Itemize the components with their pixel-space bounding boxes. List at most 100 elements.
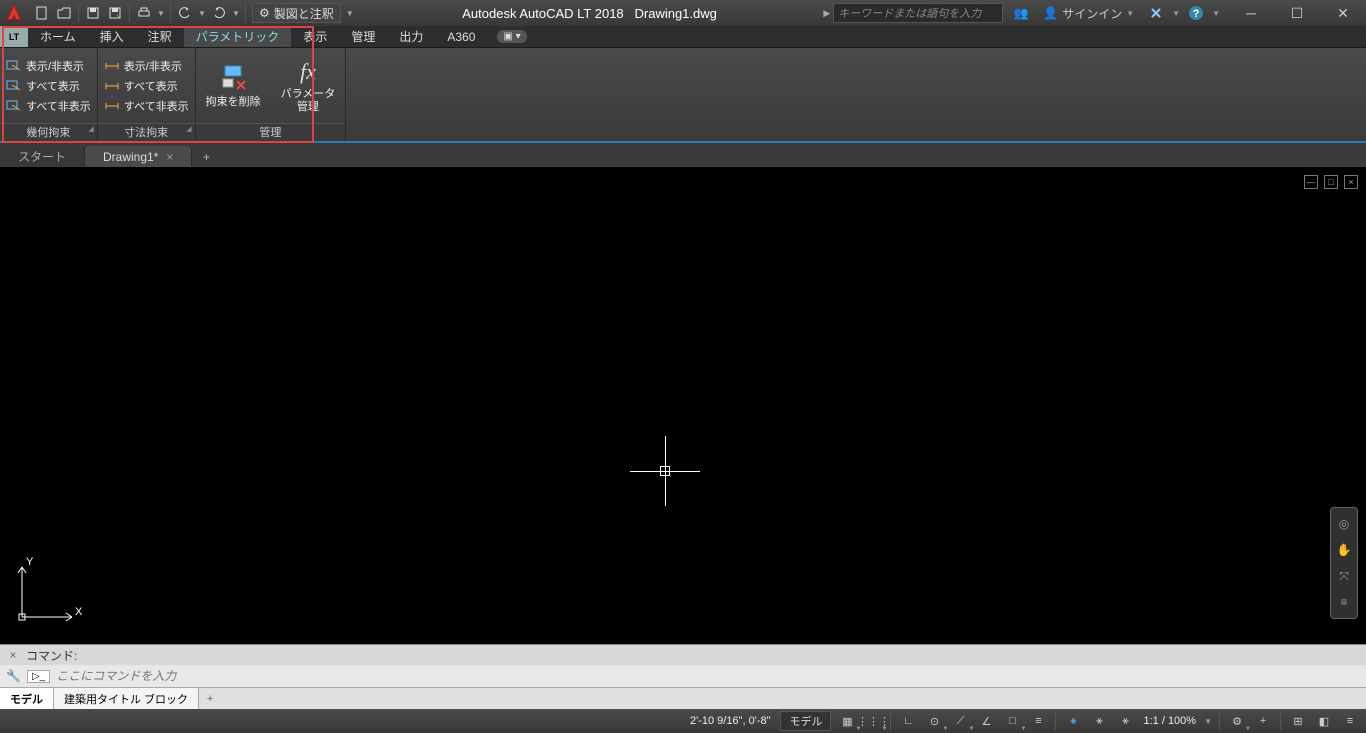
annotation-monitor-icon[interactable]: + (1251, 711, 1275, 731)
coordinates-display[interactable]: 2'-10 9/16", 0'-8" (680, 715, 781, 727)
annotation-scale-icon[interactable]: ⚹ (1061, 711, 1085, 731)
tab-view[interactable]: 表示 (291, 26, 339, 47)
panel-dimensional-constraint: 表示/非表示 すべて表示 すべて非表示 寸法拘束◢ (98, 48, 196, 141)
minimize-button[interactable]: ─ (1228, 0, 1274, 26)
document-tabs: スタート Drawing1*× + (0, 143, 1366, 167)
drawing-canvas[interactable]: — □ × X Y ◎ ✋ ⤧ ≡ (0, 167, 1366, 644)
panel-title-manage[interactable]: 管理 (196, 123, 346, 141)
dimconstraint-show-icon (104, 58, 120, 74)
close-button[interactable]: ✕ (1320, 0, 1366, 26)
saveas-icon[interactable] (105, 3, 125, 23)
user-icon: 👤 (1043, 6, 1058, 20)
command-close-icon[interactable]: × (6, 648, 20, 662)
geom-show-all-button[interactable]: すべて表示 (6, 78, 91, 94)
lineweight-icon[interactable]: ≡ (1026, 711, 1050, 731)
panel-geometric-constraint: 表示/非表示 すべて表示 すべて非表示 幾何拘束◢ (0, 48, 98, 141)
new-icon[interactable] (32, 3, 52, 23)
scale-display[interactable]: 1:1 / 100% (1139, 715, 1200, 727)
print-dropdown-icon[interactable]: ▼ (156, 9, 166, 18)
open-icon[interactable] (54, 3, 74, 23)
tab-manage[interactable]: 管理 (339, 26, 387, 47)
tab-output[interactable]: 出力 (387, 26, 435, 47)
search-box[interactable]: キーワードまたは語句を入力 (833, 3, 1003, 23)
viewport-maximize-icon[interactable]: □ (1324, 175, 1338, 189)
annotation-autoscale-icon[interactable]: ⚹ (1113, 711, 1137, 731)
doctab-drawing1[interactable]: Drawing1*× (85, 146, 192, 167)
constraint-show-icon (6, 58, 22, 74)
exchange-icon[interactable] (1146, 3, 1166, 23)
parameter-manager-button[interactable]: fx パラメータ 管理 (271, 48, 346, 123)
dim-show-hide-button[interactable]: 表示/非表示 (104, 58, 189, 74)
viewport-close-icon[interactable]: × (1344, 175, 1358, 189)
tab-annotate[interactable]: 注釈 (136, 26, 184, 47)
status-bar: 2'-10 9/16", 0'-8" モデル ▦▼ ⋮⋮⋮▼ ∟ ⊙▼ ⟋▼ ∠… (0, 709, 1366, 733)
workspace-dropdown-icon[interactable]: ▼ (341, 9, 359, 18)
command-settings-icon[interactable]: 🔧 (6, 669, 21, 683)
snap-icon[interactable]: ⋮⋮⋮▼ (861, 711, 885, 731)
isodraft-icon[interactable]: ⟋▼ (948, 711, 972, 731)
print-icon[interactable] (134, 3, 154, 23)
undo-icon[interactable] (175, 3, 195, 23)
tab-a360[interactable]: A360 (435, 26, 487, 47)
nav-orbit-icon[interactable]: ≡ (1334, 592, 1354, 612)
workspace-label: 製図と注釈 (274, 5, 334, 22)
help-icon[interactable]: ? (1186, 3, 1206, 23)
layout-tab-model[interactable]: モデル (0, 688, 54, 709)
signin-button[interactable]: 👤 サインイン ▼ (1037, 5, 1140, 22)
undo-dropdown-icon[interactable]: ▼ (197, 9, 207, 18)
app-logo[interactable] (0, 0, 28, 26)
layout-add-button[interactable]: + (199, 688, 221, 709)
ortho-icon[interactable]: ∟ (896, 711, 920, 731)
close-tab-icon[interactable]: × (166, 150, 173, 164)
maximize-button[interactable]: ☐ (1274, 0, 1320, 26)
geom-hide-all-button[interactable]: すべて非表示 (6, 98, 91, 114)
panel-title-geometric[interactable]: 幾何拘束◢ (0, 123, 97, 141)
status-model-button[interactable]: モデル (780, 711, 831, 731)
nav-wheel-icon[interactable]: ◎ (1334, 514, 1354, 534)
dim-show-all-button[interactable]: すべて表示 (104, 78, 189, 94)
delete-constraint-button[interactable]: 拘束を削除 (196, 48, 271, 123)
workspace-selector[interactable]: ⚙ 製図と注釈 (252, 3, 341, 23)
add-tab-button[interactable]: + (192, 146, 220, 167)
dimconstraint-showall-icon (104, 78, 120, 94)
delete-constraint-icon (219, 63, 247, 91)
geom-show-hide-button[interactable]: 表示/非表示 (6, 58, 91, 74)
annotation-visibility-icon[interactable]: ⚹ (1087, 711, 1111, 731)
osnap-icon[interactable]: □▼ (1000, 711, 1024, 731)
otrack-icon[interactable]: ∠ (974, 711, 998, 731)
lt-badge[interactable]: LT (0, 26, 28, 47)
nav-pan-icon[interactable]: ✋ (1334, 540, 1354, 560)
gear-icon: ⚙ (259, 6, 270, 20)
tab-insert[interactable]: 挿入 (88, 26, 136, 47)
polar-icon[interactable]: ⊙▼ (922, 711, 946, 731)
ribbon: 表示/非表示 すべて表示 すべて非表示 幾何拘束◢ 表示/非表示 すべて表示 す… (0, 48, 1366, 143)
infocenter-icon[interactable]: 👥 (1011, 3, 1031, 23)
redo-icon[interactable] (209, 3, 229, 23)
workspace-switching-icon[interactable]: ⚙▼ (1225, 711, 1249, 731)
drawing-area-wrap: — □ × X Y ◎ ✋ ⤧ ≡ (0, 167, 1366, 644)
tab-home[interactable]: ホーム (28, 26, 88, 47)
tab-featured-apps[interactable]: ▣ ▾ (487, 26, 536, 47)
layout-tab-title-block[interactable]: 建築用タイトル ブロック (54, 688, 199, 709)
svg-text:?: ? (1193, 8, 1200, 20)
panel-title-dimensional[interactable]: 寸法拘束◢ (98, 123, 195, 141)
save-icon[interactable] (83, 3, 103, 23)
doctab-start[interactable]: スタート (0, 146, 85, 167)
units-icon[interactable]: ⊞ (1286, 711, 1310, 731)
title-text: Autodesk AutoCAD LT 2018 Drawing1.dwg (359, 6, 821, 21)
redo-dropdown-icon[interactable]: ▼ (231, 9, 241, 18)
command-input[interactable] (56, 669, 1360, 683)
viewport-minimize-icon[interactable]: — (1304, 175, 1318, 189)
constraint-showall-icon (6, 78, 22, 94)
customization-icon[interactable]: ≡ (1338, 711, 1362, 731)
grid-icon[interactable]: ▦▼ (835, 711, 859, 731)
command-history-label: コマンド: (26, 647, 77, 664)
dim-hide-all-button[interactable]: すべて非表示 (104, 98, 189, 114)
navigation-bar: ◎ ✋ ⤧ ≡ (1330, 507, 1358, 619)
command-prompt-icon[interactable]: ▷_ (27, 670, 50, 683)
ucs-icon: X Y (12, 557, 82, 632)
quick-properties-icon[interactable]: ◧ (1312, 711, 1336, 731)
svg-text:X: X (75, 606, 82, 618)
nav-zoom-icon[interactable]: ⤧ (1334, 566, 1354, 586)
tab-parametric[interactable]: パラメトリック (184, 26, 292, 47)
